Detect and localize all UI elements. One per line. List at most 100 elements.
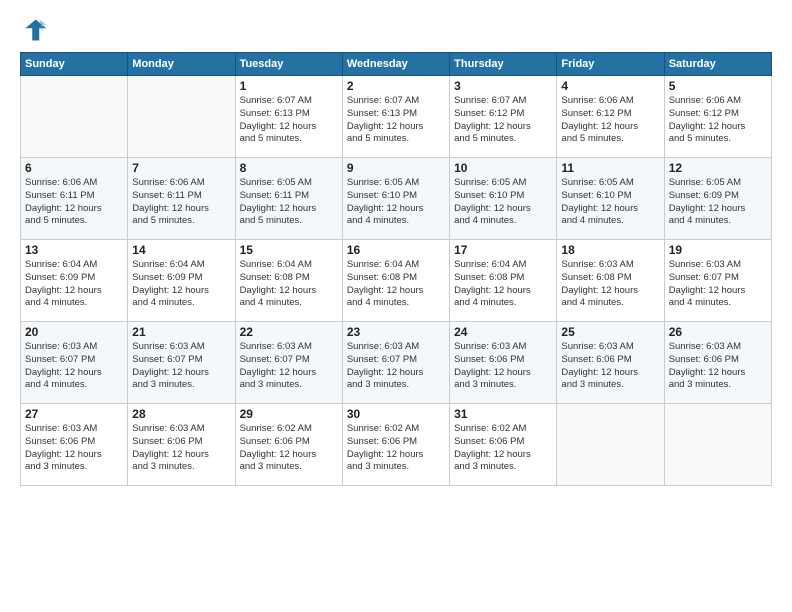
day-number: 13 — [25, 243, 123, 257]
day-number: 7 — [132, 161, 230, 175]
day-info: Sunrise: 6:03 AM Sunset: 6:08 PM Dayligh… — [561, 259, 659, 310]
day-number: 25 — [561, 325, 659, 339]
day-number: 16 — [347, 243, 445, 257]
calendar-cell: 20 Sunrise: 6:03 AM Sunset: 6:07 PM Dayli… — [21, 322, 128, 404]
day-info: Sunrise: 6:07 AM Sunset: 6:12 PM Dayligh… — [454, 95, 552, 146]
day-info: Sunrise: 6:03 AM Sunset: 6:06 PM Dayligh… — [454, 341, 552, 392]
day-info: Sunrise: 6:05 AM Sunset: 6:10 PM Dayligh… — [561, 177, 659, 228]
day-number: 18 — [561, 243, 659, 257]
day-info: Sunrise: 6:04 AM Sunset: 6:09 PM Dayligh… — [132, 259, 230, 310]
day-info: Sunrise: 6:06 AM Sunset: 6:12 PM Dayligh… — [561, 95, 659, 146]
calendar-cell: 6Sunrise: 6:06 AM Sunset: 6:11 PM Daylig… — [21, 158, 128, 240]
day-number: 22 — [240, 325, 338, 339]
day-number: 23 — [347, 325, 445, 339]
day-number: 1 — [240, 79, 338, 93]
calendar-cell: 28Sunrise: 6:03 AM Sunset: 6:06 PM Dayli… — [128, 404, 235, 486]
calendar-cell: 1 Sunrise: 6:07 AM Sunset: 6:13 PM Daylig… — [235, 76, 342, 158]
header — [20, 16, 772, 44]
day-number: 24 — [454, 325, 552, 339]
logo — [20, 16, 52, 44]
day-info: Sunrise: 6:03 AM Sunset: 6:06 PM Dayligh… — [132, 423, 230, 474]
day-info: Sunrise: 6:03 AM Sunset: 6:07 PM Dayligh… — [25, 341, 123, 392]
day-info: Sunrise: 6:03 AM Sunset: 6:06 PM Dayligh… — [25, 423, 123, 474]
day-info: Sunrise: 6:05 AM Sunset: 6:11 PM Dayligh… — [240, 177, 338, 228]
week-row-3: 13 Sunrise: 6:04 AM Sunset: 6:09 PM Dayli… — [21, 240, 772, 322]
day-info: Sunrise: 6:03 AM Sunset: 6:07 PM Dayligh… — [669, 259, 767, 310]
day-number: 19 — [669, 243, 767, 257]
day-number: 15 — [240, 243, 338, 257]
calendar-cell: 8 Sunrise: 6:05 AM Sunset: 6:11 PM Daylig… — [235, 158, 342, 240]
day-info: Sunrise: 6:03 AM Sunset: 6:06 PM Dayligh… — [561, 341, 659, 392]
day-number: 17 — [454, 243, 552, 257]
day-number: 3 — [454, 79, 552, 93]
calendar-cell: 19 Sunrise: 6:03 AM Sunset: 6:07 PM Dayli… — [664, 240, 771, 322]
day-number: 5 — [669, 79, 767, 93]
day-info: Sunrise: 6:05 AM Sunset: 6:09 PM Dayligh… — [669, 177, 767, 228]
calendar-cell: 16 Sunrise: 6:04 AM Sunset: 6:08 PM Dayli… — [342, 240, 449, 322]
calendar-cell: 17Sunrise: 6:04 AM Sunset: 6:08 PM Dayli… — [450, 240, 557, 322]
day-info: Sunrise: 6:03 AM Sunset: 6:06 PM Dayligh… — [669, 341, 767, 392]
calendar-cell — [128, 76, 235, 158]
week-row-5: 27 Sunrise: 6:03 AM Sunset: 6:06 PM Dayli… — [21, 404, 772, 486]
weekday-header-saturday: Saturday — [664, 53, 771, 76]
weekday-header-monday: Monday — [128, 53, 235, 76]
calendar-cell: 27 Sunrise: 6:03 AM Sunset: 6:06 PM Dayli… — [21, 404, 128, 486]
day-number: 10 — [454, 161, 552, 175]
day-number: 20 — [25, 325, 123, 339]
calendar-cell: 24 Sunrise: 6:03 AM Sunset: 6:06 PM Dayli… — [450, 322, 557, 404]
calendar-cell: 10Sunrise: 6:05 AM Sunset: 6:10 PM Dayli… — [450, 158, 557, 240]
day-info: Sunrise: 6:04 AM Sunset: 6:08 PM Dayligh… — [240, 259, 338, 310]
day-number: 6 — [25, 161, 123, 175]
calendar-cell: 5 Sunrise: 6:06 AM Sunset: 6:12 PM Daylig… — [664, 76, 771, 158]
weekday-header-thursday: Thursday — [450, 53, 557, 76]
day-info: Sunrise: 6:02 AM Sunset: 6:06 PM Dayligh… — [454, 423, 552, 474]
day-number: 27 — [25, 407, 123, 421]
day-info: Sunrise: 6:07 AM Sunset: 6:13 PM Dayligh… — [240, 95, 338, 146]
calendar-cell — [21, 76, 128, 158]
logo-icon — [20, 16, 48, 44]
day-info: Sunrise: 6:04 AM Sunset: 6:09 PM Dayligh… — [25, 259, 123, 310]
calendar-cell: 4 Sunrise: 6:06 AM Sunset: 6:12 PM Daylig… — [557, 76, 664, 158]
weekday-header-wednesday: Wednesday — [342, 53, 449, 76]
calendar-cell: 29Sunrise: 6:02 AM Sunset: 6:06 PM Dayli… — [235, 404, 342, 486]
calendar-cell — [557, 404, 664, 486]
weekday-header-sunday: Sunday — [21, 53, 128, 76]
day-number: 29 — [240, 407, 338, 421]
week-row-4: 20 Sunrise: 6:03 AM Sunset: 6:07 PM Dayli… — [21, 322, 772, 404]
day-number: 4 — [561, 79, 659, 93]
calendar-cell: 3 Sunrise: 6:07 AM Sunset: 6:12 PM Daylig… — [450, 76, 557, 158]
calendar-cell: 13 Sunrise: 6:04 AM Sunset: 6:09 PM Dayli… — [21, 240, 128, 322]
weekday-header-friday: Friday — [557, 53, 664, 76]
day-number: 9 — [347, 161, 445, 175]
day-info: Sunrise: 6:06 AM Sunset: 6:12 PM Dayligh… — [669, 95, 767, 146]
day-number: 12 — [669, 161, 767, 175]
week-row-1: 1 Sunrise: 6:07 AM Sunset: 6:13 PM Daylig… — [21, 76, 772, 158]
calendar-table: SundayMondayTuesdayWednesdayThursdayFrid… — [20, 52, 772, 486]
day-number: 30 — [347, 407, 445, 421]
calendar-cell — [664, 404, 771, 486]
calendar-cell: 11 Sunrise: 6:05 AM Sunset: 6:10 PM Dayli… — [557, 158, 664, 240]
page: SundayMondayTuesdayWednesdayThursdayFrid… — [0, 0, 792, 612]
week-row-2: 6Sunrise: 6:06 AM Sunset: 6:11 PM Daylig… — [21, 158, 772, 240]
day-number: 21 — [132, 325, 230, 339]
calendar-cell: 7Sunrise: 6:06 AM Sunset: 6:11 PM Daylig… — [128, 158, 235, 240]
calendar-cell: 25 Sunrise: 6:03 AM Sunset: 6:06 PM Dayli… — [557, 322, 664, 404]
day-number: 8 — [240, 161, 338, 175]
day-info: Sunrise: 6:05 AM Sunset: 6:10 PM Dayligh… — [347, 177, 445, 228]
day-info: Sunrise: 6:03 AM Sunset: 6:07 PM Dayligh… — [347, 341, 445, 392]
calendar-cell: 12 Sunrise: 6:05 AM Sunset: 6:09 PM Dayli… — [664, 158, 771, 240]
day-number: 26 — [669, 325, 767, 339]
day-info: Sunrise: 6:03 AM Sunset: 6:07 PM Dayligh… — [132, 341, 230, 392]
day-info: Sunrise: 6:03 AM Sunset: 6:07 PM Dayligh… — [240, 341, 338, 392]
calendar-cell: 23 Sunrise: 6:03 AM Sunset: 6:07 PM Dayli… — [342, 322, 449, 404]
day-info: Sunrise: 6:07 AM Sunset: 6:13 PM Dayligh… — [347, 95, 445, 146]
day-number: 11 — [561, 161, 659, 175]
calendar-cell: 9 Sunrise: 6:05 AM Sunset: 6:10 PM Daylig… — [342, 158, 449, 240]
day-number: 2 — [347, 79, 445, 93]
calendar-cell: 18 Sunrise: 6:03 AM Sunset: 6:08 PM Dayli… — [557, 240, 664, 322]
calendar-cell: 14Sunrise: 6:04 AM Sunset: 6:09 PM Dayli… — [128, 240, 235, 322]
day-info: Sunrise: 6:04 AM Sunset: 6:08 PM Dayligh… — [347, 259, 445, 310]
weekday-header-tuesday: Tuesday — [235, 53, 342, 76]
calendar-cell: 2 Sunrise: 6:07 AM Sunset: 6:13 PM Daylig… — [342, 76, 449, 158]
calendar-cell: 21 Sunrise: 6:03 AM Sunset: 6:07 PM Dayli… — [128, 322, 235, 404]
